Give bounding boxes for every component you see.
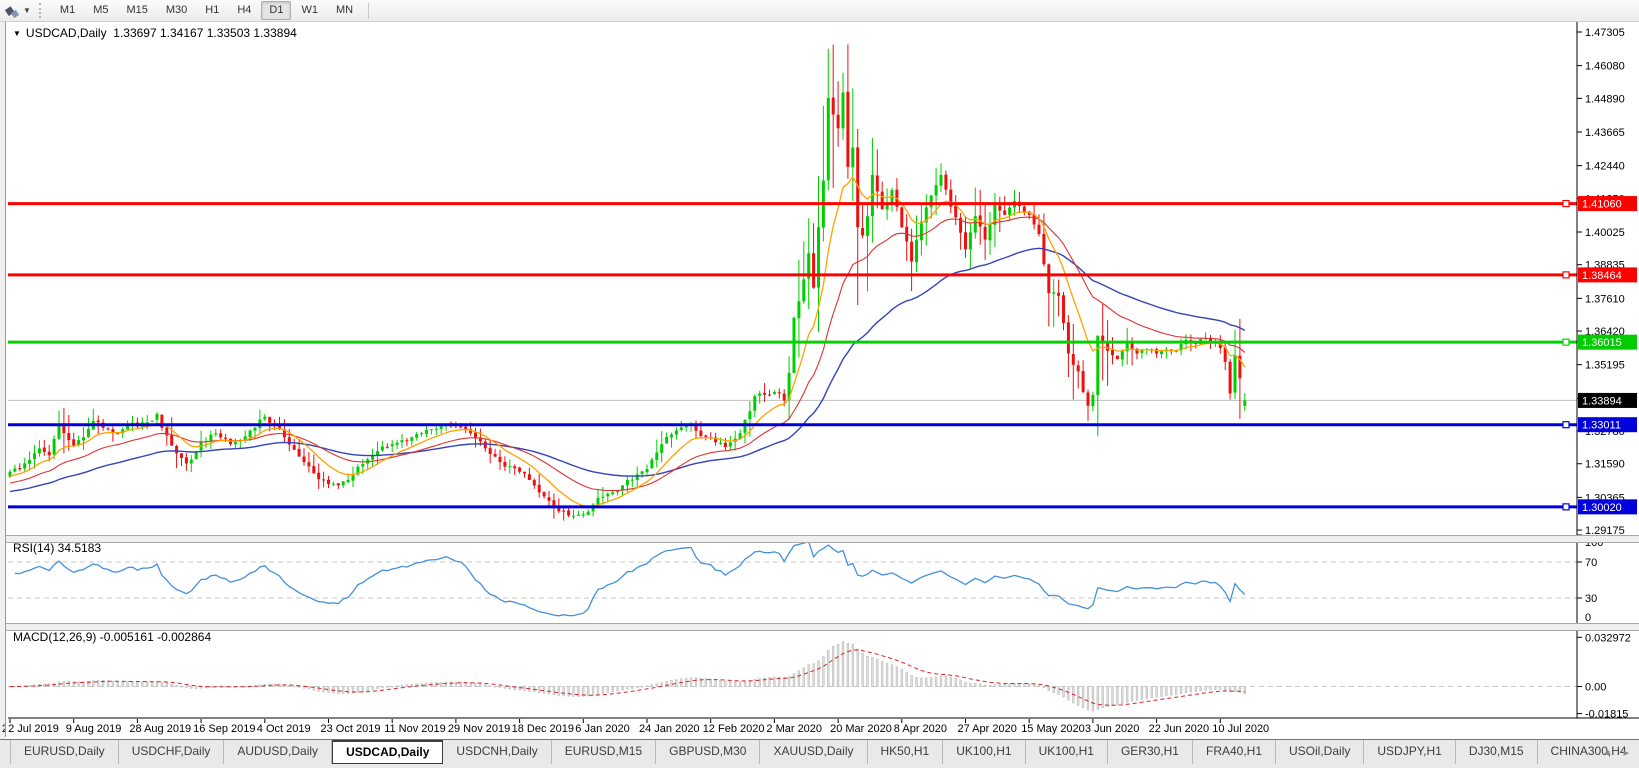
svg-text:1.41060: 1.41060 bbox=[1582, 199, 1622, 211]
svg-text:18 Dec 2019: 18 Dec 2019 bbox=[512, 723, 574, 735]
svg-text:1.30020: 1.30020 bbox=[1582, 502, 1622, 514]
tab-usdchf-daily[interactable]: USDCHF,Daily bbox=[119, 740, 225, 764]
svg-text:24 Jan 2020: 24 Jan 2020 bbox=[639, 723, 700, 735]
svg-text:1.33011: 1.33011 bbox=[1582, 420, 1621, 432]
svg-text:15 May 2020: 15 May 2020 bbox=[1021, 723, 1085, 735]
tab-scroll-right-icon[interactable]: ▸ bbox=[1623, 746, 1629, 759]
timeframe-button-mn[interactable]: MN bbox=[328, 1, 361, 20]
tab-uk100-h1[interactable]: UK100,H1 bbox=[1026, 740, 1108, 764]
tab-usdcad-daily[interactable]: USDCAD,Daily bbox=[332, 740, 443, 764]
timeframe-button-m30[interactable]: M30 bbox=[158, 1, 195, 20]
tab-hk50-h1[interactable]: HK50,H1 bbox=[868, 740, 944, 764]
svg-text:22 Jun 2020: 22 Jun 2020 bbox=[1149, 723, 1210, 735]
svg-text:1.46080: 1.46080 bbox=[1585, 61, 1625, 73]
svg-text:1.43665: 1.43665 bbox=[1585, 127, 1625, 139]
toolbar-separator bbox=[368, 3, 369, 19]
tab-xauusd-daily[interactable]: XAUUSD,Daily bbox=[760, 740, 867, 764]
timeframe-button-h1[interactable]: H1 bbox=[197, 1, 227, 20]
svg-text:0.032972: 0.032972 bbox=[1585, 632, 1631, 644]
chart-ohlc-title: ▼ USDCAD,Daily 1.33697 1.34167 1.33503 1.… bbox=[13, 26, 297, 40]
svg-text:29 Nov 2019: 29 Nov 2019 bbox=[448, 723, 510, 735]
macd-panel-splitter[interactable] bbox=[6, 623, 1639, 631]
tab-usdcnh-daily[interactable]: USDCNH,Daily bbox=[443, 740, 551, 764]
svg-text:10 Jul 2020: 10 Jul 2020 bbox=[1212, 723, 1269, 735]
svg-text:1.37610: 1.37610 bbox=[1585, 293, 1625, 305]
tab-eurusd-m15[interactable]: EURUSD,M15 bbox=[552, 740, 656, 764]
timeframe-button-w1[interactable]: W1 bbox=[293, 1, 326, 20]
svg-text:23 Oct 2019: 23 Oct 2019 bbox=[321, 723, 381, 735]
chart-tabs: EURUSD,DailyUSDCHF,DailyAUDUSD,DailyUSDC… bbox=[10, 740, 1604, 764]
svg-text:4 Oct 2019: 4 Oct 2019 bbox=[257, 723, 311, 735]
svg-text:1.40025: 1.40025 bbox=[1585, 227, 1625, 239]
svg-text:11 Nov 2019: 11 Nov 2019 bbox=[384, 723, 446, 735]
svg-text:20 Mar 2020: 20 Mar 2020 bbox=[830, 723, 892, 735]
svg-text:28 Aug 2019: 28 Aug 2019 bbox=[129, 723, 191, 735]
svg-text:1.33894: 1.33894 bbox=[1582, 395, 1622, 407]
tab-eurusd-daily[interactable]: EURUSD,Daily bbox=[10, 740, 119, 764]
chart-ohlc-values: 1.33697 1.34167 1.33503 1.33894 bbox=[113, 26, 297, 40]
svg-text:1.47305: 1.47305 bbox=[1585, 27, 1625, 39]
svg-text:1.36015: 1.36015 bbox=[1582, 337, 1622, 349]
timeframe-button-m15[interactable]: M15 bbox=[118, 1, 155, 20]
tab-fra40-h1[interactable]: FRA40,H1 bbox=[1193, 740, 1276, 764]
toolbar: ▼ M1M5M15M30H1H4D1W1MN bbox=[0, 0, 1639, 22]
svg-text:0.00: 0.00 bbox=[1585, 682, 1606, 694]
timeframe-button-d1[interactable]: D1 bbox=[261, 1, 291, 20]
svg-text:1.44890: 1.44890 bbox=[1585, 93, 1625, 105]
svg-text:8 Apr 2020: 8 Apr 2020 bbox=[894, 723, 947, 735]
timeframe-button-m1[interactable]: M1 bbox=[52, 1, 83, 20]
svg-text:2 Mar 2020: 2 Mar 2020 bbox=[766, 723, 822, 735]
svg-text:30: 30 bbox=[1585, 593, 1597, 605]
tab-gbpusd-m30[interactable]: GBPUSD,M30 bbox=[656, 740, 760, 764]
rsi-panel-splitter[interactable] bbox=[6, 535, 1639, 543]
svg-text:16 Sep 2019: 16 Sep 2019 bbox=[193, 723, 255, 735]
chart-canvas: 1.473051.460801.448901.436651.424401.412… bbox=[0, 0, 1639, 768]
symbol-dropdown-icon[interactable]: ▼ bbox=[13, 29, 21, 38]
chart-cursor-icon[interactable] bbox=[3, 3, 23, 19]
macd-header: MACD(12,26,9) -0.005161 -0.002864 bbox=[13, 630, 211, 644]
mt4-terminal: 1.473051.460801.448901.436651.424401.412… bbox=[0, 0, 1639, 768]
tab-scroll-arrows: ◂ ▸ bbox=[1604, 740, 1629, 764]
timeframe-buttons: M1M5M15M30H1H4D1W1MN bbox=[51, 1, 362, 20]
svg-text:9 Aug 2019: 9 Aug 2019 bbox=[66, 723, 122, 735]
tab-usdjpy-h1[interactable]: USDJPY,H1 bbox=[1364, 740, 1455, 764]
svg-text:6 Jan 2020: 6 Jan 2020 bbox=[575, 723, 629, 735]
svg-text:70: 70 bbox=[1585, 557, 1597, 569]
svg-text:3 Jun 2020: 3 Jun 2020 bbox=[1085, 723, 1139, 735]
svg-text:-0.01815: -0.01815 bbox=[1585, 709, 1628, 721]
timeframe-button-m5[interactable]: M5 bbox=[85, 1, 116, 20]
svg-text:22 Jul 2019: 22 Jul 2019 bbox=[2, 723, 59, 735]
svg-text:1.35195: 1.35195 bbox=[1585, 360, 1625, 372]
svg-text:1.31590: 1.31590 bbox=[1585, 459, 1625, 471]
tab-scroll-left-icon[interactable]: ◂ bbox=[1604, 746, 1610, 759]
chart-symbol-label: USDCAD,Daily bbox=[26, 26, 107, 40]
tab-uk100-h1[interactable]: UK100,H1 bbox=[943, 740, 1025, 764]
tab-audusd-daily[interactable]: AUDUSD,Daily bbox=[224, 740, 332, 764]
tab-usoil-daily[interactable]: USOil,Daily bbox=[1276, 740, 1364, 764]
chart-tab-bar: EURUSD,DailyUSDCHF,DailyAUDUSD,DailyUSDC… bbox=[0, 739, 1639, 768]
tab-ger30-h1[interactable]: GER30,H1 bbox=[1108, 740, 1193, 764]
svg-text:12 Feb 2020: 12 Feb 2020 bbox=[703, 723, 765, 735]
toolbar-grip[interactable] bbox=[39, 3, 45, 18]
svg-text:1.42440: 1.42440 bbox=[1585, 161, 1625, 173]
rsi-header: RSI(14) 34.5183 bbox=[13, 541, 101, 555]
timeframe-button-h4[interactable]: H4 bbox=[229, 1, 259, 20]
cursor-dropdown-caret-icon[interactable]: ▼ bbox=[23, 6, 31, 15]
svg-text:27 Apr 2020: 27 Apr 2020 bbox=[958, 723, 1017, 735]
svg-text:1.38464: 1.38464 bbox=[1582, 270, 1622, 282]
tab-dj30-m15[interactable]: DJ30,M15 bbox=[1456, 740, 1538, 764]
